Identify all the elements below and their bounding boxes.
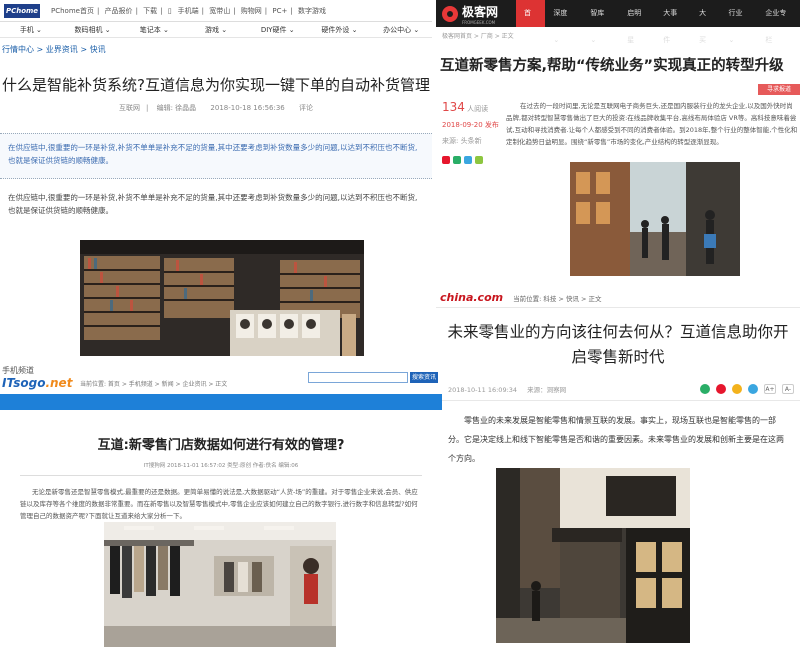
- article-title: 未来零售业的方向该往何去何从？互道信息助你开启零售新时代: [447, 323, 789, 366]
- search-input[interactable]: [308, 372, 408, 383]
- street-photo: [570, 162, 740, 276]
- article-meta: 2018-10-11 16:09:34 来源：洞察网 A+ A-: [436, 384, 800, 401]
- publish-date-suffix: 发布: [484, 121, 499, 129]
- storefront-photo: [496, 468, 690, 643]
- article-body: 零售业的未来发展是智能零售和情景互联的发展。事实上，现场互联也是智能零售的一部分…: [448, 416, 784, 463]
- jikewang-logo-icon: [442, 5, 458, 22]
- article-body: 在供应链中,很重要的一环是补货,补货不单单是补充不足的货量,其中还要考虑到补货数…: [8, 193, 418, 215]
- pchome-top-links: PChome首页 | 产品报价 | 下载 | ▯ 手机端 | 宽带山 | 购物网 | PC+ |…: [51, 6, 326, 15]
- breadcrumb-item[interactable]: 行情中心: [2, 45, 34, 54]
- article-side-info: 134 人阅读 2018-09-20 发布 来源: 头条新: [442, 100, 502, 164]
- nav-item[interactable]: 硬件外设 ⌄: [309, 25, 371, 35]
- article-title: 互道:新零售门店数据如何进行有效的管理?: [97, 438, 345, 453]
- jikewang-brand-sub: FROMGEEK.COM: [462, 19, 496, 25]
- top-link[interactable]: PChome首页: [51, 7, 94, 15]
- article-editor: 编辑: 徐晶晶: [156, 104, 197, 112]
- article-title: 什么是智能补货系统?互道信息为你实现一键下单的自动补货管理: [2, 76, 430, 94]
- breadcrumb: 极客网首页 > 厂商 > 正文: [442, 33, 514, 40]
- wechat-share-icon[interactable]: [700, 384, 710, 394]
- article-source: 来源: 头条新: [442, 137, 482, 145]
- publish-date: 2018-09-20: [442, 121, 483, 129]
- itsogo-logo-main: ITsogo.net: [2, 376, 73, 390]
- top-link[interactable]: 数字游戏: [298, 7, 326, 15]
- article-lead: 在供应链中,很重要的一环是补货,补货不单单是补充不足的货量,其中还要考虑到补货数…: [0, 133, 432, 179]
- article-title: 互道新零售方案,帮助“传统业务”实现真正的转型升级: [440, 58, 784, 74]
- share-buttons: [442, 156, 502, 164]
- share-more-icon[interactable]: [475, 156, 483, 164]
- top-link[interactable]: 宽带山: [209, 7, 230, 15]
- breadcrumb: 当前位置: 首页 > 手机频道 > 新闻 > 企业资讯 > 正文: [80, 381, 228, 388]
- nav-item[interactable]: 大买: [691, 0, 720, 44]
- article-meta: 互联网 | 编辑: 徐晶晶 2018-10-18 16:56:36 评论: [118, 104, 313, 112]
- font-decrease-button[interactable]: A-: [782, 384, 794, 394]
- article-date: 2018-10-18 16:56:36: [210, 104, 285, 112]
- article-source: 来源：洞察网: [527, 386, 567, 394]
- top-link[interactable]: 产品报价: [105, 7, 133, 15]
- bookstore-photo: [80, 240, 364, 356]
- top-link[interactable]: 下载: [143, 7, 157, 15]
- itsogo-article-panel: 手机频道 ITsogo.net 当前位置: 首页 > 手机频道 > 新闻 > 企…: [0, 362, 442, 647]
- chinacom-logo[interactable]: china.com: [440, 291, 503, 304]
- share-more-icon[interactable]: [748, 384, 758, 394]
- nav-item[interactable]: 大事件: [655, 0, 691, 44]
- nav-item[interactable]: 数码相机 ⌄: [62, 25, 124, 35]
- pchome-top-bar: PChome PChome首页 | 产品报价 | 下载 | ▯ 手机端 | 宽带山 | 购物…: [0, 0, 432, 22]
- wechat-share-icon[interactable]: [453, 156, 461, 164]
- pchome-main-nav: 手机 ⌄ 数码相机 ⌄ 笔记本 ⌄ 游戏 ⌄ DIY硬件 ⌄ 硬件外设 ⌄ 办公…: [0, 22, 432, 38]
- breadcrumb: 当前位置: 科技 > 快讯 > 正文: [513, 294, 602, 303]
- nav-item[interactable]: 智库 ⌄: [582, 0, 619, 44]
- article-body: 在过去的一段时间里,无论是互联网电子商务巨头,还是国内服装行业的龙头企业,以及国…: [506, 102, 798, 146]
- qzone-share-icon[interactable]: [732, 384, 742, 394]
- article-meta: IT搜狗网 2018-11-01 16:57:02 类型:原创 作者:佚名 编辑…: [20, 461, 422, 476]
- breadcrumb-item[interactable]: 业界资讯: [46, 45, 78, 54]
- street-illustration: [570, 162, 740, 276]
- qq-share-icon[interactable]: [464, 156, 472, 164]
- weibo-share-icon[interactable]: [716, 384, 726, 394]
- breadcrumb-item[interactable]: 快讯: [90, 45, 106, 54]
- nav-item[interactable]: 办公中心 ⌄: [370, 25, 432, 35]
- article-body: 无论是新零售还是智慧零售模式,最重要的还是数据。更简单易懂的说法是,大数据驱动“…: [20, 488, 418, 520]
- article-source[interactable]: 互联网: [119, 104, 140, 112]
- jikewang-top-bar: 极客网 FROMGEEK.COM 首页 深度 ⌄ 智库 ⌄ 启明星 大事件 大买…: [436, 0, 800, 44]
- top-link[interactable]: 购物网: [241, 7, 262, 15]
- nav-item[interactable]: 笔记本 ⌄: [123, 25, 185, 35]
- nav-item[interactable]: 行业 ⌄: [720, 0, 757, 44]
- top-link[interactable]: PC+: [272, 7, 287, 15]
- itsogo-logo[interactable]: 手机频道 ITsogo.net: [2, 365, 73, 390]
- itsogo-logo-top: 手机频道: [2, 366, 34, 375]
- jikewang-brand-name: 极客网: [462, 4, 499, 19]
- font-increase-button[interactable]: A+: [764, 384, 776, 394]
- weibo-share-icon[interactable]: [442, 156, 450, 164]
- bookstore-illustration: [80, 240, 364, 356]
- view-count: 134: [442, 100, 465, 114]
- chinacom-article-panel: china.com 当前位置: 科技 > 快讯 > 正文 未来零售业的方向该往何…: [436, 288, 800, 647]
- nav-item[interactable]: 手机 ⌄: [0, 25, 62, 35]
- view-count-label: 人阅读: [467, 105, 489, 113]
- request-coverage-button[interactable]: 寻求报道: [758, 84, 800, 95]
- breadcrumb: 行情中心 > 业界资讯 > 快讯: [2, 45, 106, 54]
- article-date: 2018-10-11 16:09:34: [448, 386, 518, 394]
- pchome-article-panel: PChome PChome首页 | 产品报价 | 下载 | ▯ 手机端 | 宽带山 | 购物…: [0, 0, 432, 356]
- clothing-store-illustration: [104, 522, 336, 647]
- storefront-illustration: [496, 468, 690, 643]
- jikewang-article-panel: 极客网 FROMGEEK.COM 首页 深度 ⌄ 智库 ⌄ 启明星 大事件 大买…: [436, 0, 800, 280]
- clothing-store-photo: [104, 522, 336, 647]
- pchome-logo[interactable]: PChome: [4, 3, 40, 18]
- nav-item[interactable]: 启明星: [619, 0, 655, 44]
- nav-item[interactable]: 企业专栏: [757, 0, 800, 44]
- nav-item-home[interactable]: 首页: [516, 0, 546, 44]
- nav-item[interactable]: 深度 ⌄: [545, 0, 582, 44]
- article-tools: A+ A-: [700, 384, 794, 394]
- chinacom-top-bar: china.com 当前位置: 科技 > 快讯 > 正文: [436, 288, 800, 308]
- nav-item[interactable]: 游戏 ⌄: [185, 25, 247, 35]
- top-link[interactable]: 手机端: [178, 7, 199, 15]
- itsogo-nav-bar: [0, 394, 442, 410]
- phone-icon: ▯: [167, 6, 172, 15]
- nav-item[interactable]: DIY硬件 ⌄: [247, 25, 309, 35]
- search-button[interactable]: 搜索资讯: [410, 372, 438, 383]
- comment-link[interactable]: 评论: [299, 104, 313, 112]
- jikewang-logo[interactable]: 极客网 FROMGEEK.COM: [436, 3, 516, 25]
